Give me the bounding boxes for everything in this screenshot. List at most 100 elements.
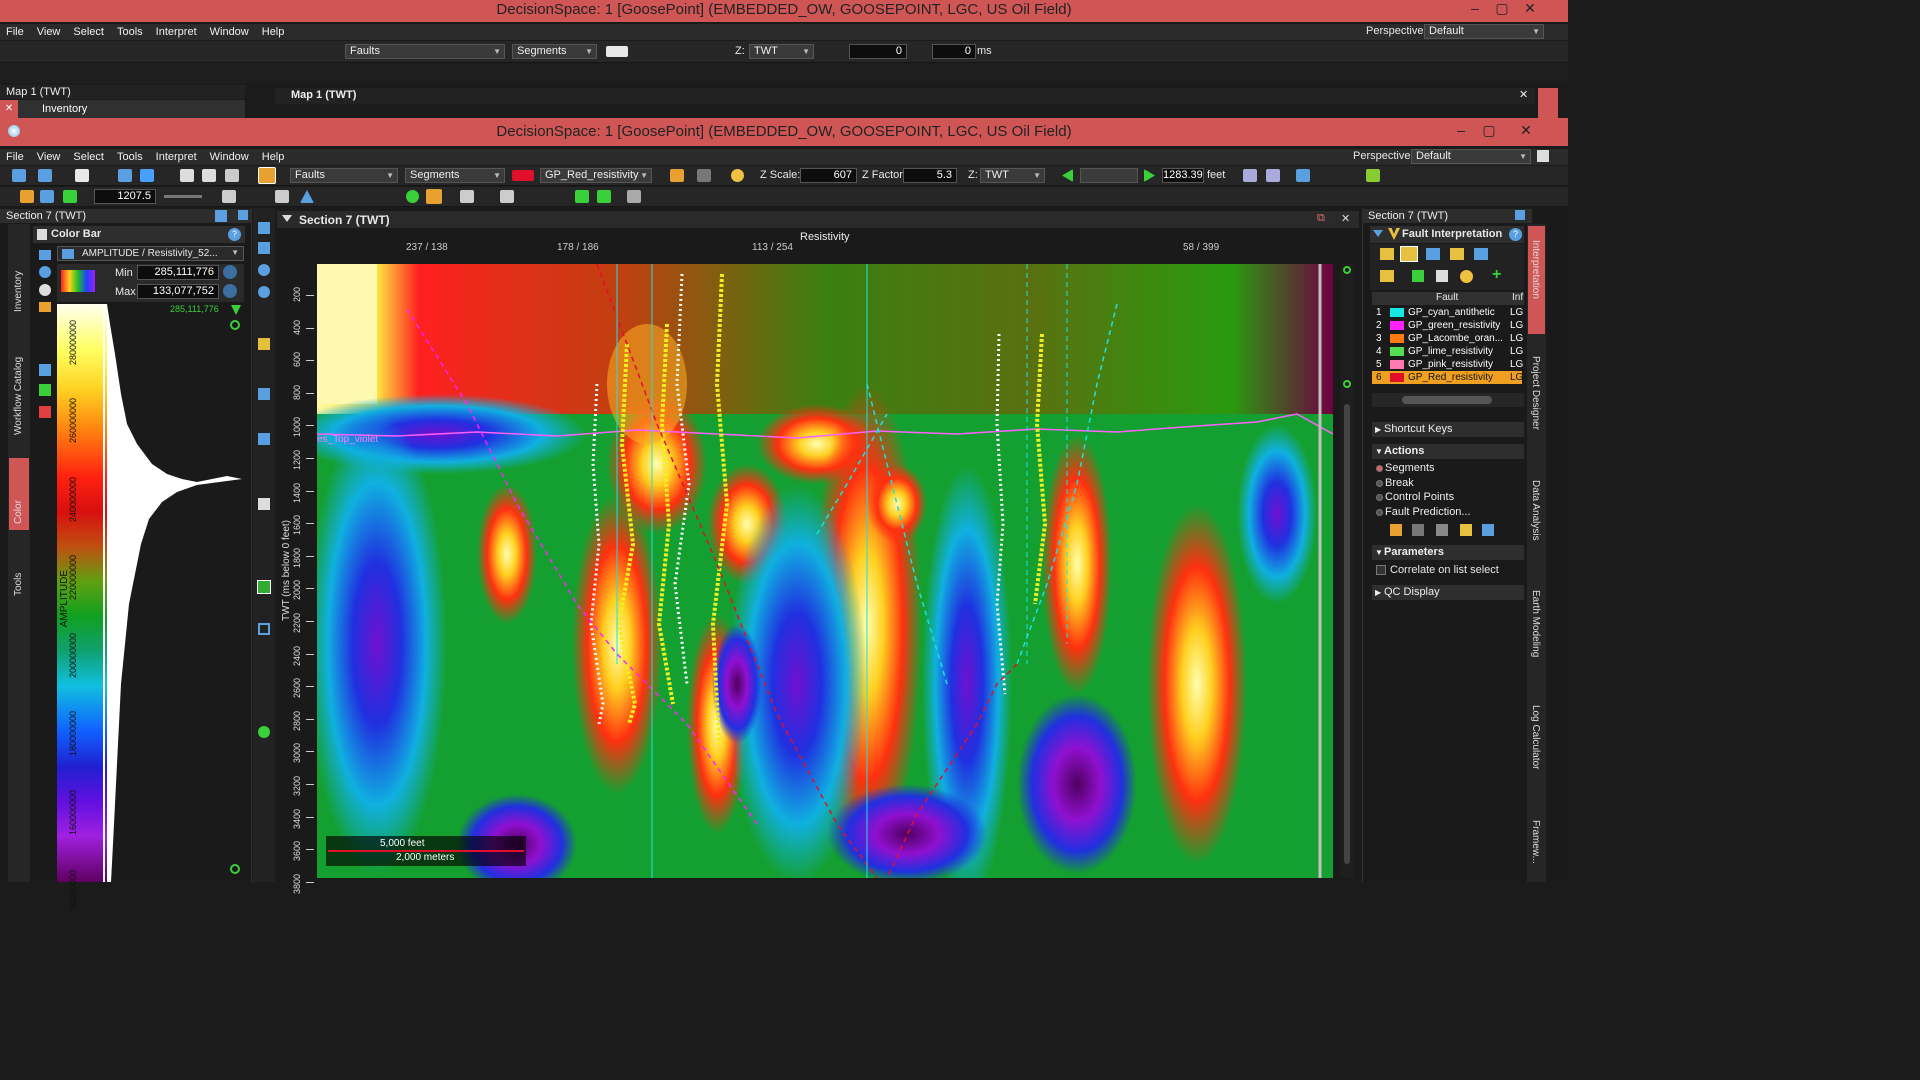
active-section-tool-icon[interactable] [257, 580, 271, 594]
menu-help[interactable]: Help [262, 151, 285, 163]
secondary-value-input[interactable]: 1207.5 [94, 189, 156, 204]
back-color-swatch[interactable] [606, 46, 628, 57]
back-right-vtab[interactable] [1538, 88, 1558, 118]
segments-combo[interactable]: Segments ▼ [405, 168, 505, 183]
menu-view[interactable]: View [37, 151, 61, 163]
close-button[interactable]: ✕ [1511, 122, 1541, 139]
fault-color-swatch[interactable] [1390, 360, 1404, 369]
move-icon[interactable] [597, 190, 611, 203]
pencil-icon[interactable] [258, 167, 276, 184]
pointer-icon[interactable] [140, 169, 154, 182]
zoom-in-colorbar-icon[interactable] [230, 320, 240, 330]
node-tool-icon[interactable] [258, 433, 270, 445]
flag-icon[interactable] [1296, 169, 1310, 182]
back-inventory-close-icon[interactable]: ✕ [0, 100, 18, 118]
fault-sun-icon[interactable] [1460, 270, 1473, 283]
crosshair-icon[interactable] [575, 190, 589, 203]
fault-save-icon[interactable] [1436, 270, 1448, 282]
select-tool-icon[interactable] [258, 222, 270, 234]
histogram-icon[interactable] [39, 364, 51, 376]
section-collapse-icon[interactable] [282, 215, 292, 222]
min-input[interactable]: 285,111,776 [137, 265, 219, 280]
redo-icon[interactable] [697, 169, 711, 182]
back-faults-combo[interactable]: Faults ▼ [345, 44, 505, 59]
zfactor-input[interactable]: 5.3 [903, 168, 957, 183]
menu-window[interactable]: Window [210, 151, 249, 163]
maximize-button[interactable]: ▢ [1474, 122, 1504, 139]
save-icon[interactable] [38, 169, 52, 182]
perspective-combo[interactable]: Default ▼ [1411, 149, 1531, 164]
color-wheel-icon[interactable] [406, 190, 419, 203]
vtab-project-designer[interactable]: Project Designer [1530, 356, 1541, 430]
vtab-log-calculator[interactable]: Log Calculator [1530, 705, 1541, 769]
action-fault-prediction[interactable]: Fault Prediction... [1376, 506, 1471, 518]
zoom-fit-icon[interactable] [258, 726, 270, 738]
zscale-input[interactable]: 607 [800, 168, 857, 183]
sun-icon[interactable] [731, 169, 744, 182]
pin-icon[interactable] [1366, 169, 1380, 182]
seismic-section[interactable]: es_Top_violet [317, 264, 1333, 878]
minimize-button[interactable]: – [1446, 122, 1476, 138]
fault-col-header[interactable]: Fault [1436, 292, 1458, 303]
back-inventory-tab[interactable]: ✕ Inventory [0, 100, 245, 118]
fault-interp-collapse-icon[interactable] [1373, 230, 1383, 237]
correlate-checkbox[interactable] [1376, 565, 1386, 575]
copy-icon[interactable] [460, 190, 474, 203]
fault-row[interactable]: 6 GP_Red_resistivity LG [1372, 371, 1523, 384]
back-z-value-2[interactable]: 0 [932, 44, 976, 59]
open-icon[interactable] [12, 169, 26, 182]
bookmark-icon[interactable] [1243, 169, 1257, 182]
shortcut-keys-section[interactable]: ▶ Shortcut Keys [1372, 422, 1524, 437]
undo-icon[interactable] [670, 169, 684, 182]
back-menu-file[interactable]: File [6, 26, 24, 38]
back-close-button[interactable]: ✕ [1515, 0, 1545, 17]
back-segments-combo[interactable]: Segments ▼ [512, 44, 597, 59]
fault-tool-5-icon[interactable] [1474, 248, 1488, 260]
settings-icon[interactable] [225, 169, 239, 182]
menu-tools[interactable]: Tools [117, 151, 143, 163]
fault-row[interactable]: 1 GP_cyan_antithetic LG [1372, 306, 1523, 319]
back-maximize-button[interactable]: ▢ [1487, 0, 1517, 17]
ruler-icon[interactable] [627, 190, 641, 203]
min-reset-icon[interactable] [223, 265, 237, 279]
back-menu-help[interactable]: Help [262, 26, 285, 38]
fault-table-hscroll[interactable] [1372, 393, 1524, 407]
back-z-value-1[interactable]: 0 [849, 44, 907, 59]
info-col-header[interactable]: Inf [1512, 292, 1523, 303]
back-menu-window[interactable]: Window [210, 26, 249, 38]
apply-icon[interactable] [39, 384, 51, 396]
max-reset-icon[interactable] [223, 284, 237, 298]
fault-color-swatch[interactable] [512, 170, 534, 181]
window-titlebar[interactable]: DecisionSpace: 1 [GoosePoint] (EMBEDDED_… [0, 118, 1568, 146]
fault-tool-1-icon[interactable] [1380, 248, 1394, 260]
home-icon[interactable] [1266, 169, 1280, 182]
action-split-icon[interactable] [1436, 524, 1448, 536]
section-vscrollbar[interactable] [1340, 264, 1354, 878]
fault-color-swatch[interactable] [1390, 308, 1404, 317]
fault-table-hscroll-thumb[interactable] [1402, 396, 1492, 404]
action-break[interactable]: Break [1376, 477, 1414, 489]
refresh-icon[interactable] [39, 266, 51, 278]
fault-add-icon[interactable]: + [1492, 267, 1506, 283]
fault-list-icon[interactable] [1412, 270, 1424, 282]
log-icon[interactable] [40, 190, 54, 203]
fault-color-swatch[interactable] [1390, 373, 1404, 382]
left-panel-float-icon[interactable] [215, 210, 227, 222]
well-icon[interactable] [63, 190, 77, 203]
action-export-icon[interactable] [1482, 524, 1494, 536]
action-join-icon[interactable] [1460, 524, 1472, 536]
fault-color-swatch[interactable] [1390, 321, 1404, 330]
back-menu-select[interactable]: Select [73, 26, 104, 38]
colormap-list-icon[interactable] [39, 250, 51, 260]
opacity-slider[interactable] [164, 195, 202, 198]
rotate-tool-icon[interactable] [258, 286, 270, 298]
vscroll-zoom-out-icon[interactable] [1343, 380, 1351, 388]
action-segments[interactable]: Segments [1376, 462, 1435, 474]
fault-row[interactable]: 4 GP_lime_resistivity LG [1372, 345, 1523, 358]
table-icon[interactable] [275, 190, 289, 203]
vtab-data-analysis[interactable]: Data Analysis [1530, 480, 1541, 541]
depth-input[interactable]: 1283.39 [1162, 168, 1204, 183]
vtab-color[interactable]: Color [13, 484, 24, 524]
pan-tool-icon[interactable] [258, 242, 270, 254]
menu-file[interactable]: File [6, 151, 24, 163]
